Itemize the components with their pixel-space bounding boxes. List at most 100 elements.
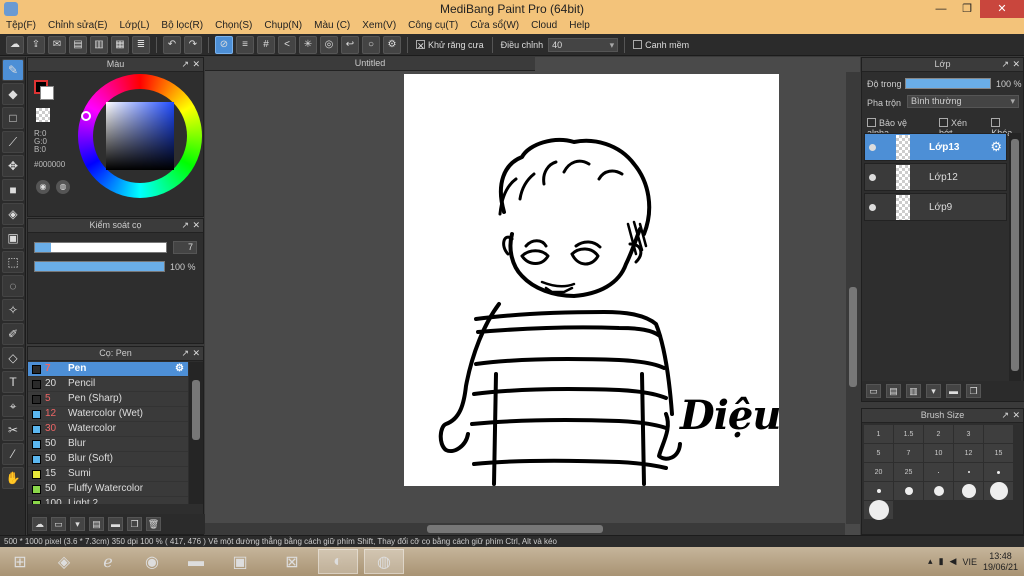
grid-app-icon[interactable]: ⊠ <box>272 549 312 574</box>
new-layer-1bit-icon[interactable]: ▥ <box>906 384 921 398</box>
eraser-tool-icon[interactable]: ◆ <box>2 83 24 105</box>
undock-icon[interactable]: ↗ <box>181 58 189 71</box>
protect-alpha-checkbox[interactable] <box>867 118 876 127</box>
brush-size-preview[interactable] <box>984 463 1013 481</box>
language-indicator[interactable]: VIE <box>962 557 977 567</box>
layer-list-scrollbar[interactable] <box>1009 133 1021 383</box>
undock-icon[interactable]: ↗ <box>1001 409 1009 422</box>
snap-grid-icon[interactable]: # <box>257 35 275 54</box>
brush-size-input[interactable]: 7 <box>173 241 197 254</box>
brush-list-item[interactable]: 15 Sumi <box>28 467 188 482</box>
text-tool-icon[interactable]: T <box>2 371 24 393</box>
windows-start-icon[interactable]: ⊞ <box>0 549 40 574</box>
hue-cursor[interactable] <box>81 111 91 121</box>
layer-folder-icon[interactable]: ▬ <box>946 384 961 398</box>
maximize-button[interactable]: ❐ <box>954 0 980 18</box>
gradient-tool-icon[interactable]: ▣ <box>2 227 24 249</box>
grid-icon[interactable]: ▦ <box>111 35 129 54</box>
snap-ellipse-icon[interactable]: ○ <box>362 35 380 54</box>
brush-list-item[interactable]: 50 Blur (Soft) <box>28 452 188 467</box>
new-layer-icon[interactable]: ▭ <box>866 384 881 398</box>
brush-tool-icon[interactable]: ✎ <box>2 59 24 81</box>
layer-row[interactable]: Lớp12 <box>864 163 1007 191</box>
brush-size-cell[interactable]: 3 <box>954 425 983 443</box>
folder-icon[interactable]: ▬ <box>108 517 123 531</box>
medibang-taskbar-icon[interactable]: ◍ <box>364 549 404 574</box>
network-icon[interactable]: ▮ <box>939 556 944 567</box>
brush-size-preview[interactable] <box>954 463 983 481</box>
eye-icon[interactable] <box>869 204 876 211</box>
move-tool-icon[interactable]: ✥ <box>2 155 24 177</box>
menu-file[interactable]: Tệp(F) <box>0 18 42 34</box>
brush-settings-icon[interactable]: ▤ <box>89 517 104 531</box>
shape-tool-icon[interactable]: □ <box>2 107 24 129</box>
menu-window[interactable]: Cửa sổ(W) <box>464 18 525 34</box>
close-button[interactable]: ✕ <box>980 0 1024 18</box>
menu-edit[interactable]: Chỉnh sửa(E) <box>42 18 114 34</box>
menu-tools[interactable]: Công cụ(T) <box>402 18 464 34</box>
snap-vanish-icon[interactable]: < <box>278 35 296 54</box>
undock-icon[interactable]: ↗ <box>181 347 189 360</box>
export-icon[interactable]: ⇪ <box>27 35 45 54</box>
menu-cloud[interactable]: Cloud <box>525 18 563 34</box>
brush-size-preview[interactable] <box>864 500 893 520</box>
brush-size-cell[interactable]: 5 <box>864 444 893 462</box>
brush-size-cell[interactable]: 20 <box>864 463 893 481</box>
brush-list-item[interactable]: 50 Blur <box>28 437 188 452</box>
stack-icon[interactable]: ≣ <box>132 35 150 54</box>
volume-icon[interactable]: ◀ <box>950 556 957 567</box>
canvas-horizontal-scroll-thumb[interactable] <box>427 525 603 533</box>
new-page-icon[interactable]: ▤ <box>69 35 87 54</box>
palette-icon[interactable]: ◉ <box>36 180 50 194</box>
layer-row[interactable]: Lớp13 ⚙ <box>864 133 1007 161</box>
brush-size-preview[interactable] <box>954 482 983 500</box>
duplicate-layer-icon[interactable]: ❐ <box>966 384 981 398</box>
brush-list-item[interactable]: 20 Pencil <box>28 377 188 392</box>
layer-opacity-slider[interactable] <box>905 78 991 89</box>
close-panel-icon[interactable]: ✕ <box>192 219 200 232</box>
internet-explorer-icon[interactable]: ℯ <box>88 549 128 574</box>
clip-checkbox[interactable] <box>939 118 949 127</box>
drawing-canvas[interactable]: Diệu <box>404 74 779 486</box>
brush-size-preview[interactable] <box>984 482 1013 500</box>
background-color-swatch[interactable] <box>40 86 54 100</box>
eyedropper-tool-icon[interactable]: ⁄ <box>2 443 24 465</box>
select-rect-tool-icon[interactable]: ⬚ <box>2 251 24 273</box>
brush-size-preview[interactable] <box>894 482 923 500</box>
undo-icon[interactable]: ↶ <box>163 35 181 54</box>
brush-opacity-slider[interactable] <box>34 261 165 272</box>
undock-icon[interactable]: ↗ <box>1001 58 1009 71</box>
canvas-horizontal-scrollbar[interactable] <box>205 523 845 535</box>
transparent-color-swatch[interactable] <box>36 108 50 122</box>
add-layer-dropdown-icon[interactable]: ▾ <box>926 384 941 398</box>
lock-checkbox[interactable] <box>991 118 1001 127</box>
brush-list-scrollbar[interactable] <box>189 362 203 504</box>
antialias-toggle[interactable]: ✕ Khử răng cưa <box>416 39 484 51</box>
palette-add-icon[interactable]: ◍ <box>56 180 70 194</box>
eye-icon[interactable] <box>869 174 876 181</box>
close-panel-icon[interactable]: ✕ <box>192 58 200 71</box>
menu-view[interactable]: Xem(V) <box>356 18 402 34</box>
close-panel-icon[interactable]: ✕ <box>1012 409 1020 422</box>
select-pen-tool-icon[interactable]: ✐ <box>2 323 24 345</box>
tray-arrow-icon[interactable]: ▴ <box>928 556 933 567</box>
brush-size-cell[interactable]: 1.5 <box>894 425 923 443</box>
snap-parallel-icon[interactable]: ≡ <box>236 35 254 54</box>
menu-filter[interactable]: Bộ lọc(R) <box>155 18 209 34</box>
brush-size-preview[interactable] <box>924 482 953 500</box>
undock-icon[interactable]: ↗ <box>181 219 189 232</box>
lasso-tool-icon[interactable]: ◌ <box>2 275 24 297</box>
new-brush-icon[interactable]: ▭ <box>51 517 66 531</box>
select-eraser-tool-icon[interactable]: ◇ <box>2 347 24 369</box>
brush-size-cell[interactable]: 2 <box>924 425 953 443</box>
brush-list-item[interactable]: 50 Fluffy Watercolor <box>28 482 188 497</box>
menu-snap[interactable]: Chụp(N) <box>258 18 308 34</box>
brush-list-item[interactable]: 7 Pen ⚙ <box>28 362 188 377</box>
edge-toggle[interactable]: Canh mềm <box>633 39 689 50</box>
snap-settings-icon[interactable]: ⚙ <box>383 35 401 54</box>
chrome-icon[interactable]: ◉ <box>132 549 172 574</box>
page-icon[interactable]: ▥ <box>90 35 108 54</box>
eye-icon[interactable] <box>869 144 876 151</box>
brush-size-preview[interactable] <box>864 482 893 500</box>
saturation-value-square[interactable] <box>106 102 174 170</box>
